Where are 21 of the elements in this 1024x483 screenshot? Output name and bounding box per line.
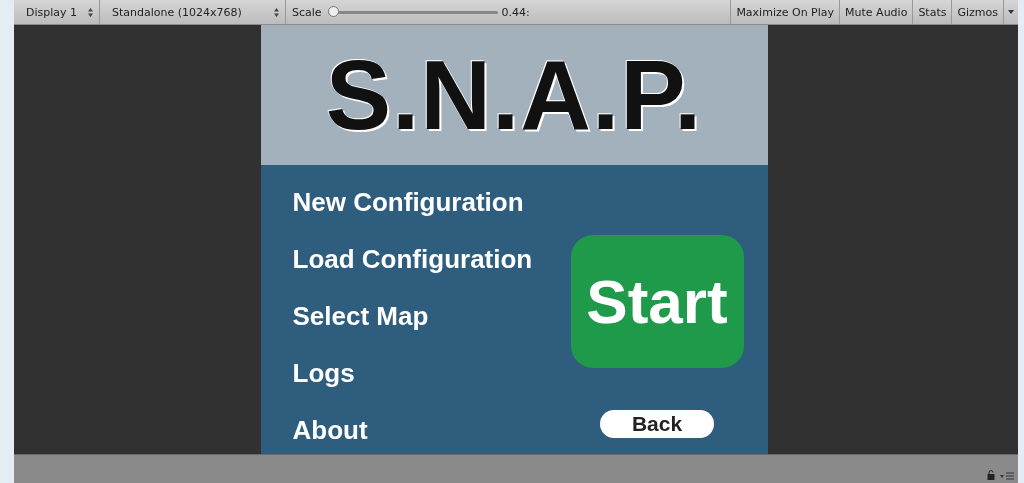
lock-icon[interactable] [987, 470, 995, 480]
scale-label: Scale [292, 5, 322, 19]
toolbar-toggle[interactable]: Mute Audio [839, 0, 913, 24]
back-button[interactable]: Back [600, 410, 714, 438]
menu-item[interactable]: About [292, 415, 533, 445]
menu-item[interactable]: New Configuration [292, 187, 533, 217]
resolution-dropdown[interactable]: Standalone (1024x768) [100, 0, 286, 24]
scale-reading: 0.44: [501, 5, 530, 19]
start-button[interactable]: Start [570, 235, 744, 368]
toolbar-toggle[interactable]: Gizmos [951, 0, 1003, 24]
menu-item[interactable]: Select Map [292, 301, 533, 331]
menu-item[interactable]: Load Configuration [292, 244, 533, 274]
display-dropdown[interactable]: Display 1 [14, 0, 100, 24]
updown-arrow-icon [88, 7, 93, 17]
toolbar-toggle[interactable]: Maximize On Play [730, 0, 840, 24]
slider-thumb[interactable] [327, 5, 339, 17]
menu-item[interactable]: Logs [292, 358, 533, 388]
toolbar-toggle[interactable]: Stats [912, 0, 952, 24]
app-title: S.N.A.P. [325, 38, 703, 152]
menu-icon[interactable] [1000, 472, 1014, 480]
updown-arrow-icon [274, 7, 279, 17]
